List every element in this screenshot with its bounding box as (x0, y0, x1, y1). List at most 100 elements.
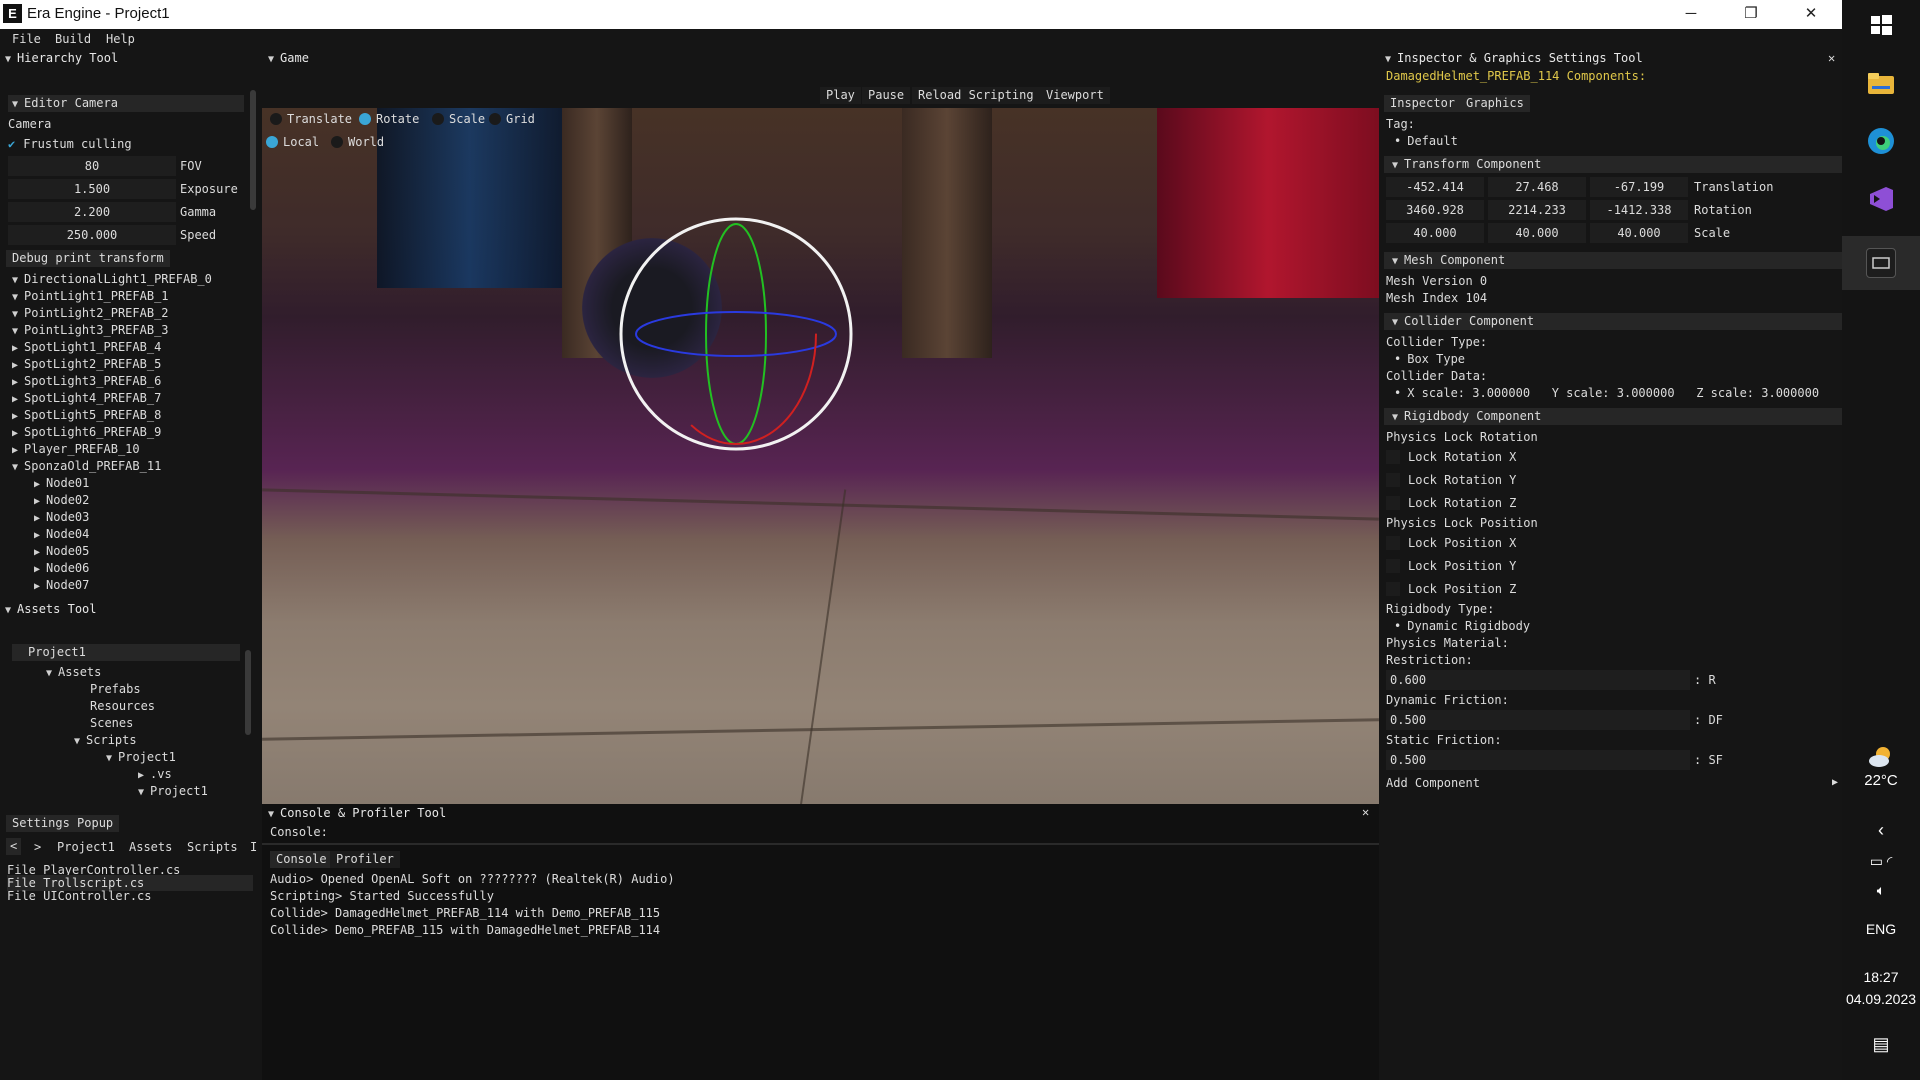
asset-folder[interactable]: Resources (90, 698, 155, 714)
windows-start-icon[interactable] (1866, 10, 1896, 40)
play-button[interactable]: Play (820, 87, 861, 104)
transform-component-header[interactable]: ▼ Transform Component (1384, 156, 1842, 173)
asset-folder[interactable]: ▶ .vs (138, 766, 172, 784)
lock-rotation-x-checkbox[interactable] (1386, 450, 1400, 464)
path-project1[interactable]: Project1 (57, 839, 115, 855)
rigidbody-type-value[interactable]: • Dynamic Rigidbody (1394, 618, 1530, 634)
collider-type-value[interactable]: • Box Type (1394, 351, 1465, 367)
volume-icon[interactable]: 🔈︎ (1842, 882, 1920, 899)
tree-node[interactable]: ▶ Node03 (34, 509, 89, 527)
tree-node[interactable]: ▶ Node02 (34, 492, 89, 510)
collider-component-header[interactable]: ▼ Collider Component (1384, 313, 1842, 330)
tab-inspector[interactable]: Inspector (1384, 95, 1462, 112)
chevron-left-icon[interactable]: ‹ (1842, 820, 1920, 841)
nav-forward-button[interactable]: > (34, 839, 41, 855)
weather-icon[interactable] (1866, 742, 1896, 772)
pause-button[interactable]: Pause (862, 87, 911, 104)
mesh-component-header[interactable]: ▼ Mesh Component (1384, 252, 1842, 269)
gizmo-translate[interactable]: Translate (270, 111, 352, 127)
lock-position-z-checkbox[interactable] (1386, 582, 1400, 596)
asset-folder[interactable]: ▼ Project1 (138, 783, 208, 801)
game-viewport[interactable]: Translate Rotate Scale Grid Local World (262, 108, 1379, 804)
static-friction-field[interactable]: 0.500 (1386, 750, 1690, 770)
nav-back-button[interactable]: < (6, 838, 22, 855)
visual-studio-icon[interactable] (1866, 184, 1896, 214)
tree-item[interactable]: ▼ PointLight3_PREFAB_3 (12, 322, 169, 340)
space-world[interactable]: World (331, 134, 384, 150)
asset-tree-root[interactable]: Project1 (12, 644, 240, 661)
path-scripts[interactable]: Scripts (187, 839, 238, 855)
maximize-button[interactable]: ❐ (1722, 0, 1780, 29)
edge-browser-icon[interactable] (1866, 126, 1896, 156)
translation-z-field[interactable]: -67.199 (1590, 177, 1688, 197)
console-header[interactable]: ▼ Console & Profiler Tool (268, 804, 446, 822)
tab-graphics[interactable]: Graphics (1460, 95, 1530, 112)
settings-popup-button[interactable]: Settings Popup (6, 815, 120, 832)
tree-item[interactable]: ▶ SpotLight2_PREFAB_5 (12, 356, 161, 374)
clock-time[interactable]: 18:27 (1842, 969, 1920, 985)
tree-item[interactable]: ▼ DirectionalLight1_PREFAB_0 (12, 271, 212, 289)
inspector-header[interactable]: ▼ Inspector & Graphics Settings Tool (1385, 49, 1643, 67)
lock-position-x-checkbox[interactable] (1386, 536, 1400, 550)
tree-node[interactable]: ▶ Node07 (34, 577, 89, 595)
era-engine-taskbar-icon[interactable] (1866, 248, 1896, 278)
asset-folder[interactable]: ▼ Scripts (74, 732, 137, 750)
assets-header[interactable]: ▼ Assets Tool (5, 600, 97, 618)
minimize-button[interactable]: ─ (1662, 0, 1720, 29)
fov-field[interactable]: 80 (8, 156, 176, 176)
asset-folder[interactable]: ▼ Assets (46, 664, 101, 682)
frustum-culling-checkbox[interactable]: ✔ Frustum culling (8, 136, 132, 152)
game-header[interactable]: ▼ Game (268, 49, 309, 67)
path-assets[interactable]: Assets (129, 839, 172, 855)
viewport-button[interactable]: Viewport (1040, 87, 1110, 104)
rotation-y-field[interactable]: 2214.233 (1488, 200, 1586, 220)
menu-help[interactable]: Help (106, 32, 135, 46)
add-component-button[interactable]: Add Component ▶ (1386, 775, 1838, 791)
tree-node[interactable]: ▶ Node06 (34, 560, 89, 578)
notifications-icon[interactable]: ▤ (1842, 1034, 1920, 1055)
tree-item[interactable]: ▶ SpotLight1_PREFAB_4 (12, 339, 161, 357)
rigidbody-component-header[interactable]: ▼ Rigidbody Component (1384, 408, 1842, 425)
exposure-field[interactable]: 1.500 (8, 179, 176, 199)
dynamic-friction-field[interactable]: 0.500 (1386, 710, 1690, 730)
language-indicator[interactable]: ENG (1842, 921, 1920, 937)
editor-camera-header[interactable]: ▼ Editor Camera (8, 95, 244, 112)
debug-print-transform-button[interactable]: Debug print transform (6, 250, 170, 267)
tag-value[interactable]: • Default (1394, 133, 1458, 149)
file-explorer-icon[interactable] (1866, 68, 1896, 98)
rotation-x-field[interactable]: 3460.928 (1386, 200, 1484, 220)
tree-node[interactable]: ▶ Node01 (34, 475, 89, 493)
tree-item[interactable]: ▶ SpotLight3_PREFAB_6 (12, 373, 161, 391)
tree-item[interactable]: ▶ Player_PREFAB_10 (12, 441, 140, 459)
tree-item[interactable]: ▶ SpotLight4_PREFAB_7 (12, 390, 161, 408)
inspector-close-icon[interactable]: ✕ (1828, 50, 1835, 66)
tree-item[interactable]: ▶ SpotLight6_PREFAB_9 (12, 424, 161, 442)
space-local[interactable]: Local (266, 134, 319, 150)
tree-node[interactable]: ▶ Node05 (34, 543, 89, 561)
scale-z-field[interactable]: 40.000 (1590, 223, 1688, 243)
asset-folder[interactable]: Prefabs (90, 681, 141, 697)
speed-field[interactable]: 250.000 (8, 225, 176, 245)
scale-x-field[interactable]: 40.000 (1386, 223, 1484, 243)
asset-folder[interactable]: Scenes (90, 715, 133, 731)
tree-item[interactable]: ▼ PointLight2_PREFAB_2 (12, 305, 169, 323)
file-item[interactable]: File UIController.cs (7, 888, 152, 904)
tab-console[interactable]: Console (270, 851, 333, 868)
gamma-field[interactable]: 2.200 (8, 202, 176, 222)
hierarchy-header[interactable]: ▼ Hierarchy Tool (5, 49, 118, 67)
rotate-gizmo[interactable] (262, 108, 1379, 804)
tree-item[interactable]: ▼ PointLight1_PREFAB_1 (12, 288, 169, 306)
restriction-field[interactable]: 0.600 (1386, 670, 1690, 690)
hierarchy-scrollbar[interactable] (250, 90, 256, 210)
asset-folder[interactable]: ▼ Project1 (106, 749, 176, 767)
rotation-z-field[interactable]: -1412.338 (1590, 200, 1688, 220)
scale-y-field[interactable]: 40.000 (1488, 223, 1586, 243)
close-button[interactable]: ✕ (1782, 0, 1840, 29)
translation-x-field[interactable]: -452.414 (1386, 177, 1484, 197)
lock-position-y-checkbox[interactable] (1386, 559, 1400, 573)
gizmo-scale[interactable]: Scale (432, 111, 485, 127)
gizmo-grid[interactable]: Grid (489, 111, 535, 127)
tree-item[interactable]: ▶ SpotLight5_PREFAB_8 (12, 407, 161, 425)
gizmo-rotate[interactable]: Rotate (359, 111, 419, 127)
reload-scripting-button[interactable]: Reload Scripting (912, 87, 1040, 104)
